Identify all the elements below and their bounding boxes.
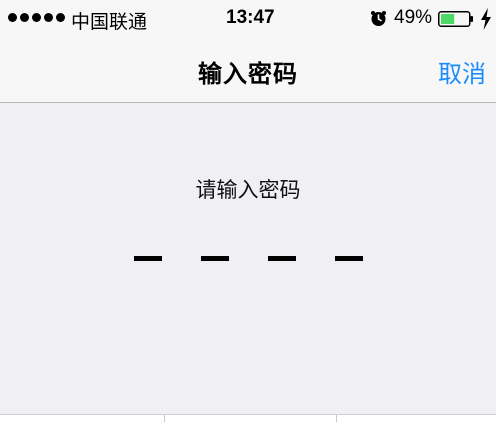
pin-digit-placeholder bbox=[268, 256, 296, 261]
battery-icon bbox=[438, 11, 473, 27]
signal-dot bbox=[32, 13, 41, 22]
signal-strength-icon bbox=[8, 13, 65, 22]
status-bar: 中国联通 13:47 49% bbox=[0, 0, 496, 40]
clock-time: 13:47 bbox=[226, 7, 275, 28]
battery-percentage: 49% bbox=[394, 7, 433, 28]
pin-digit-placeholder bbox=[134, 256, 162, 261]
passcode-field[interactable] bbox=[0, 250, 496, 270]
navigation-bar: 输入密码 取消 bbox=[0, 40, 496, 103]
signal-dot bbox=[56, 13, 65, 22]
signal-dot bbox=[44, 13, 53, 22]
charging-icon bbox=[481, 8, 491, 30]
pin-digit-placeholder bbox=[335, 256, 363, 261]
signal-dot bbox=[20, 13, 29, 22]
pin-digit-placeholder bbox=[201, 256, 229, 261]
alarm-icon bbox=[371, 11, 386, 26]
signal-dot bbox=[8, 13, 17, 22]
page-title: 输入密码 bbox=[198, 61, 298, 88]
carrier-name: 中国联通 bbox=[71, 12, 148, 33]
password-prompt: 请输入密码 bbox=[195, 179, 301, 202]
cancel-button[interactable]: 取消 bbox=[438, 54, 486, 89]
